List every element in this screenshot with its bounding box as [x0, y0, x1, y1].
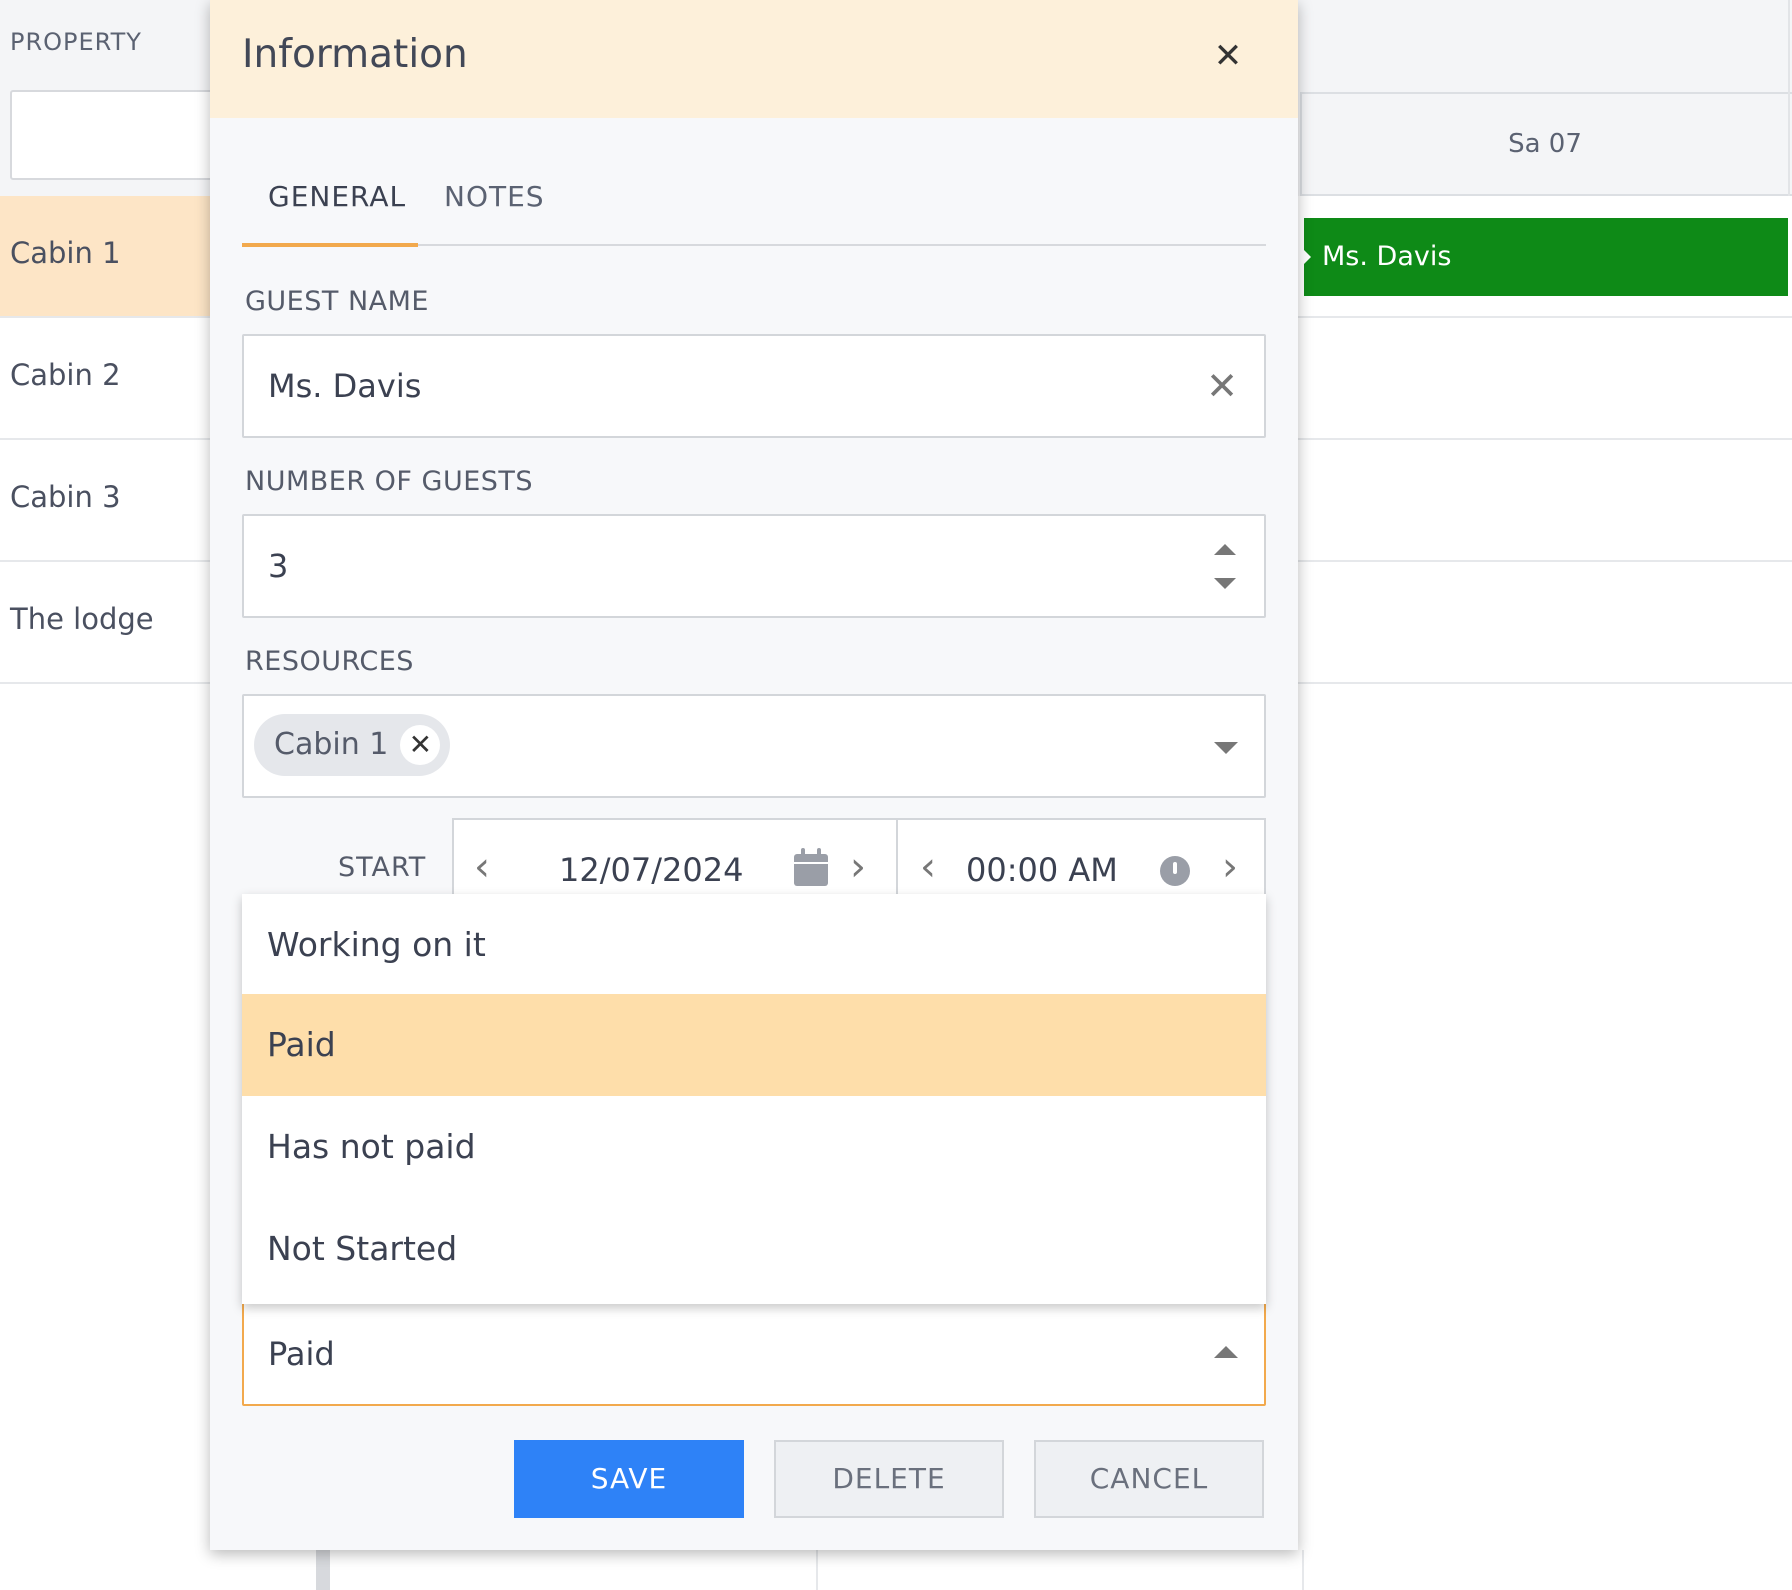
start-label: START: [338, 852, 427, 883]
grid-line: [1302, 1550, 1304, 1590]
resource-label[interactable]: Cabin 3: [10, 480, 121, 514]
grid-line: [816, 1550, 818, 1590]
information-dialog: Information ✕ GENERAL NOTES GUEST NAME M…: [210, 0, 1298, 1550]
guest-name-value: Ms. Davis: [268, 367, 422, 405]
resource-label[interactable]: Cabin 1: [10, 236, 121, 270]
chevron-down-icon[interactable]: [1214, 742, 1238, 754]
status-dropdown-list: Working on it Paid Has not paid Not Star…: [242, 894, 1266, 1304]
dialog-header: Information ✕: [210, 0, 1298, 118]
next-time-icon[interactable]: ›: [1222, 842, 1238, 892]
guest-name-label: GUEST NAME: [245, 286, 429, 317]
save-button[interactable]: SAVE: [514, 1440, 744, 1518]
event-bar[interactable]: Ms. Davis: [1304, 218, 1788, 296]
delete-button[interactable]: DELETE: [774, 1440, 1004, 1518]
status-option[interactable]: Not Started: [242, 1198, 1266, 1300]
scrollbar[interactable]: [316, 1546, 330, 1590]
number-of-guests-value: 3: [268, 547, 289, 585]
number-of-guests-label: NUMBER OF GUESTS: [245, 466, 534, 497]
active-tab-indicator: [242, 243, 418, 247]
dialog-title: Information: [242, 32, 468, 77]
number-of-guests-stepper[interactable]: 3: [242, 514, 1266, 618]
decrement-arrow-icon[interactable]: [1214, 578, 1236, 589]
next-date-icon[interactable]: ›: [850, 842, 866, 892]
event-label: Ms. Davis: [1322, 241, 1452, 272]
resources-label: RESOURCES: [245, 646, 414, 677]
resource-label[interactable]: Cabin 2: [10, 358, 121, 392]
close-icon[interactable]: ✕: [1208, 36, 1248, 76]
status-option-selected[interactable]: Paid: [242, 994, 1266, 1096]
remove-chip-icon[interactable]: ✕: [400, 725, 441, 765]
resource-chip-label: Cabin 1: [274, 727, 389, 762]
guest-name-field[interactable]: Ms. Davis ✕: [242, 334, 1266, 438]
status-value: Paid: [268, 1335, 335, 1373]
tab-general[interactable]: GENERAL: [268, 180, 406, 213]
tab-notes[interactable]: NOTES: [444, 180, 545, 213]
cancel-button[interactable]: CANCEL: [1034, 1440, 1264, 1518]
property-column-header: PROPERTY: [10, 28, 142, 56]
status-select[interactable]: Paid: [242, 1302, 1266, 1406]
resource-chip: Cabin 1 ✕: [254, 714, 451, 776]
event-continuation-marker: [1300, 246, 1311, 268]
chevron-up-icon[interactable]: [1214, 1346, 1238, 1358]
previous-time-icon[interactable]: ‹: [920, 842, 936, 892]
clear-icon[interactable]: ✕: [1202, 366, 1242, 406]
status-option[interactable]: Has not paid: [242, 1096, 1266, 1198]
resource-label[interactable]: The lodge: [10, 602, 154, 636]
clock-icon[interactable]: [1160, 856, 1190, 886]
status-option[interactable]: Working on it: [242, 894, 1266, 996]
property-filter-input[interactable]: [10, 90, 240, 180]
previous-date-icon[interactable]: ‹: [474, 842, 490, 892]
increment-arrow-icon[interactable]: [1214, 544, 1236, 555]
calendar-icon[interactable]: [794, 848, 828, 886]
resources-multiselect[interactable]: Cabin 1 ✕: [242, 694, 1266, 798]
day-column-header: Sa 07: [1508, 129, 1582, 159]
